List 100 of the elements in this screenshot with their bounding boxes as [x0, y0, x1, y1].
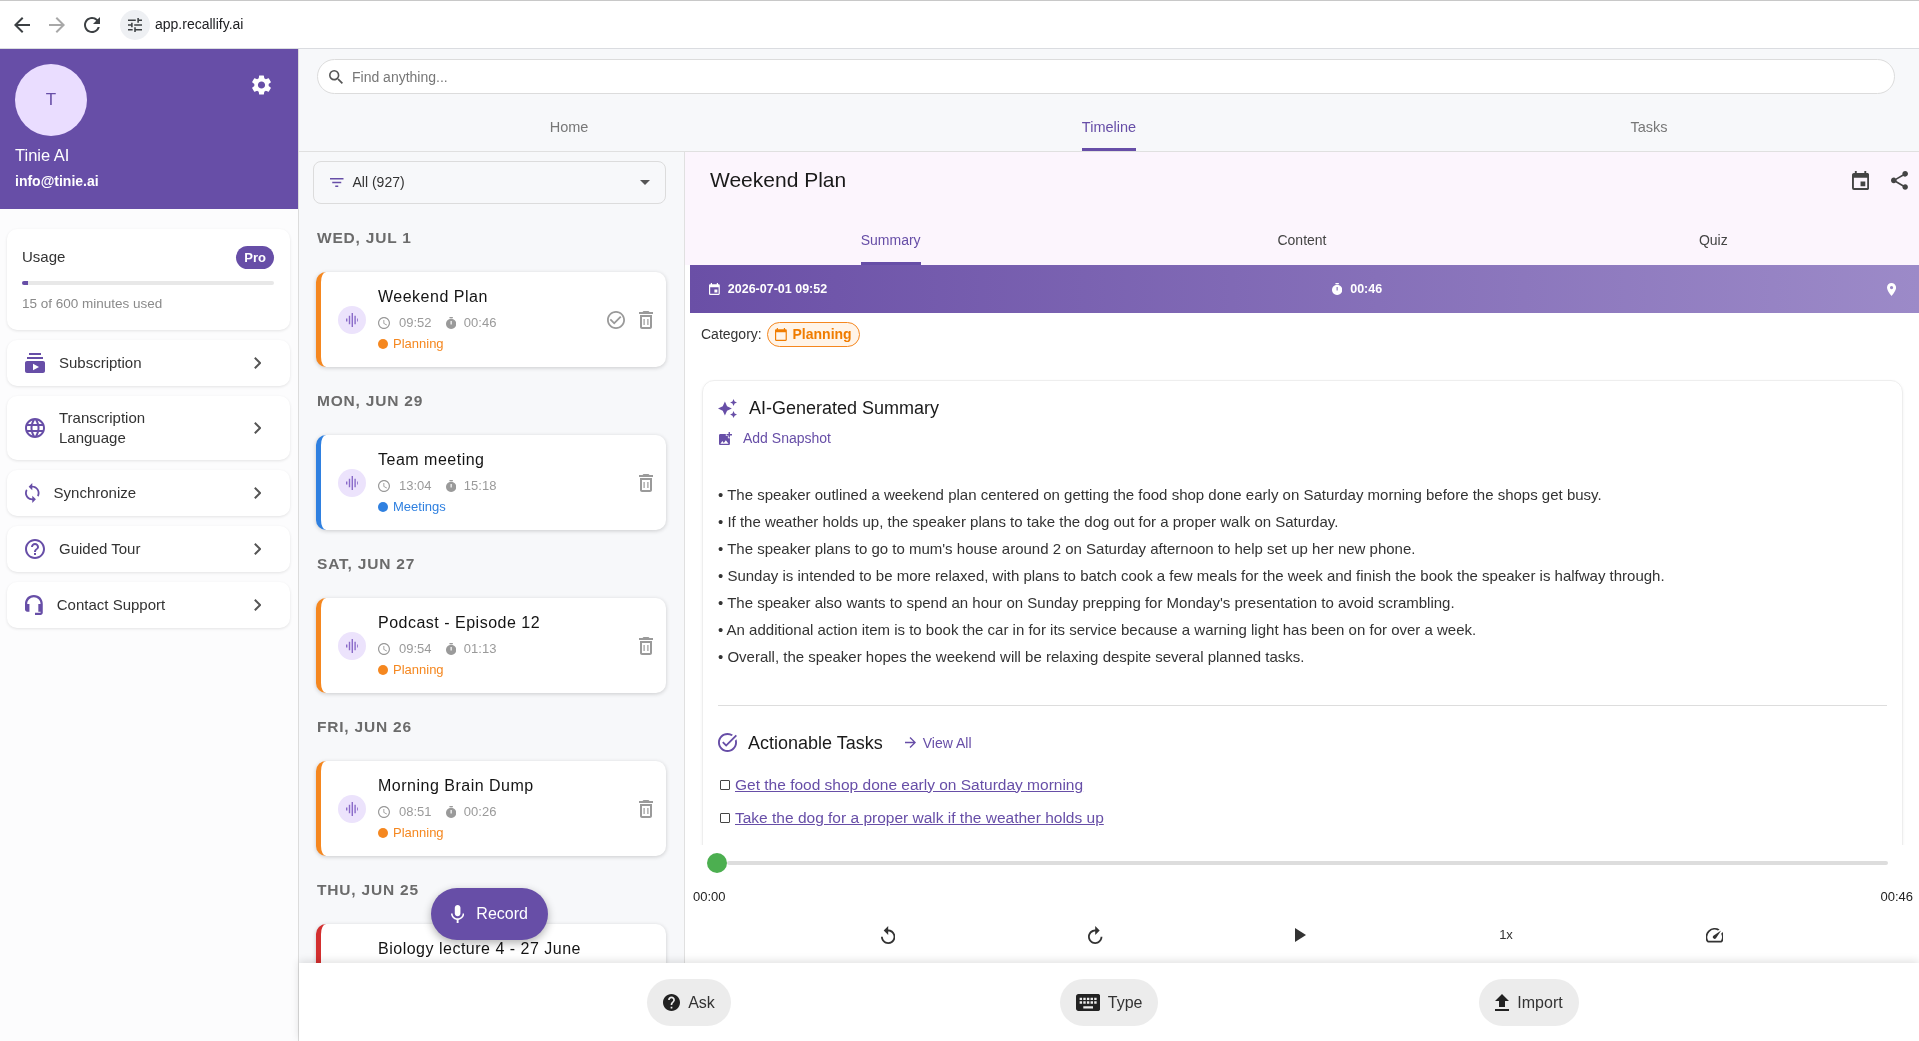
duration: 15:18 [463, 477, 497, 495]
recording-title: Team meeting [378, 450, 486, 470]
rewind-icon[interactable] [880, 926, 896, 944]
filter-icon [330, 178, 344, 187]
recording-card[interactable]: Team meeting 13:04 15:18 Meetings [316, 435, 666, 530]
help-icon [25, 539, 45, 559]
stopwatch-icon [445, 643, 456, 655]
trash-icon[interactable] [639, 636, 653, 655]
menu-item[interactable]: Transcription Language [7, 396, 290, 460]
recording-title: Biology lecture 4 - 27 June [378, 939, 582, 959]
waveform-icon [338, 468, 366, 497]
speedometer-icon[interactable] [1705, 927, 1724, 943]
stopwatch-icon [445, 806, 456, 818]
duration: 01:13 [463, 640, 497, 658]
chevron-icon [253, 357, 261, 369]
location-pin-icon[interactable] [1886, 282, 1896, 296]
category-label: Planning [393, 825, 444, 841]
start-time: 13:04 [399, 477, 432, 495]
nav-tab[interactable]: Tasks [1630, 117, 1668, 151]
usage-caption: 15 of 600 minutes used [22, 296, 164, 312]
headset-icon [25, 595, 43, 615]
filter-dropdown[interactable]: All (927) [313, 161, 666, 204]
url-text[interactable]: app.recallify.ai [155, 14, 244, 35]
task-link[interactable]: Get the food shop done early on Saturday morning [735, 773, 1084, 796]
date-heading: MON, JUN 29 [317, 391, 425, 411]
section-title: AI-Generated Summary [749, 397, 940, 420]
date-heading: FRI, JUN 26 [317, 717, 413, 737]
site-info-icon[interactable] [120, 9, 150, 40]
share-icon[interactable] [1891, 170, 1908, 190]
clock-icon [378, 806, 390, 818]
chevron-icon [253, 487, 261, 499]
duration: 00:26 [463, 803, 497, 821]
add-snapshot-link[interactable]: Add Snapshot [718, 429, 831, 447]
total-time: 00:46 [1880, 889, 1913, 905]
view-all-link[interactable]: View All [904, 730, 972, 755]
reload-icon[interactable] [84, 16, 100, 33]
add-image-icon [719, 431, 732, 445]
content-tab[interactable]: Content [1277, 230, 1327, 265]
fast-forward-icon[interactable] [1088, 926, 1103, 944]
settings-icon[interactable] [252, 75, 271, 95]
content-tab[interactable]: Quiz [1698, 230, 1728, 265]
checkbox[interactable] [720, 779, 730, 790]
menu-item[interactable]: Guided Tour [7, 526, 290, 572]
avatar: T [15, 64, 87, 136]
subscription-icon [25, 353, 45, 373]
category-label: Planning [393, 336, 444, 352]
checkbox[interactable] [720, 812, 730, 823]
date-heading: THU, JUN 25 [317, 880, 420, 900]
summary-point: • Sunday is intended to be more relaxed, with plans to batch cook a few meals for the week and finish the book the speaker is halfway through. [718, 565, 1666, 586]
calendar-icon[interactable] [1851, 170, 1869, 190]
category-label: Planning [393, 662, 444, 678]
menu-item[interactable]: Contact Support [7, 582, 290, 628]
seek-handle[interactable] [707, 853, 727, 873]
summary-point: • An additional action item is to book the car in for its service because a warning light has been on for over a week. [718, 619, 1478, 640]
stopwatch-icon [445, 480, 456, 492]
import-button[interactable]: Import [1479, 979, 1579, 1026]
chevron-icon [253, 599, 261, 611]
section-title: Actionable Tasks [748, 731, 883, 755]
recording-title: Morning Brain Dump [378, 776, 535, 796]
trash-icon[interactable] [639, 310, 653, 329]
clock-icon [378, 317, 390, 329]
clock-icon [378, 480, 390, 492]
recording-card[interactable]: Podcast - Episode 12 09:54 01:13 Planning [316, 598, 666, 693]
recording-duration: 00:46 [1350, 280, 1383, 298]
back-arrow-icon[interactable] [14, 16, 30, 33]
globe-icon [25, 418, 45, 438]
menu-item[interactable]: Synchronize [7, 470, 290, 516]
menu-item[interactable]: Subscription [7, 340, 290, 386]
sparkle-icon [718, 398, 737, 418]
microphone-icon [451, 905, 465, 923]
search-field[interactable]: Find anything... [317, 59, 1895, 94]
task-link[interactable]: Take the dog for a proper walk if the weather holds up [735, 806, 1104, 829]
trash-icon[interactable] [639, 473, 653, 492]
category-label: Meetings [393, 499, 446, 515]
play-icon[interactable] [1295, 928, 1307, 942]
record-button[interactable]: Record [431, 888, 548, 940]
trash-icon[interactable] [639, 799, 653, 818]
calendar-icon [774, 328, 787, 341]
recording-title: Podcast - Episode 12 [378, 613, 542, 633]
recording-date: 2026-07-01 09:52 [727, 280, 828, 298]
date-heading: SAT, JUN 27 [317, 554, 417, 574]
summary-point: • The speaker outlined a weekend plan centered on getting the food shop done early on Saturday morning before the shops get busy. [718, 484, 1603, 505]
playback-rate[interactable]: 1x [1499, 925, 1513, 945]
ask-button[interactable]: Ask [647, 979, 731, 1026]
recording-card[interactable]: Morning Brain Dump 08:51 00:26 Planning [316, 761, 666, 856]
type-button[interactable]: Type [1059, 979, 1159, 1026]
sync-icon [25, 483, 40, 503]
recording-title: Weekend Plan [378, 287, 489, 307]
summary-point: • Overall, the speaker hopes the weekend will be relaxing despite several planned tasks. [718, 646, 1306, 667]
recording-card[interactable]: Weekend Plan 09:52 00:46 Planning [316, 272, 666, 367]
summary-point: • The speaker also wants to spend an hour on Sunday prepping for Monday's presentation to avoid scrambling. [718, 592, 1456, 613]
waveform-icon [338, 305, 366, 334]
user-name: Tinie AI [15, 145, 71, 165]
nav-tab[interactable]: Home [549, 117, 589, 151]
date-heading: WED, JUL 1 [317, 228, 413, 248]
waveform-icon [338, 631, 366, 660]
caret-icon [640, 180, 650, 185]
duration: 00:46 [463, 314, 497, 332]
elapsed-time: 00:00 [693, 889, 726, 905]
keyboard-icon [1075, 994, 1100, 1011]
